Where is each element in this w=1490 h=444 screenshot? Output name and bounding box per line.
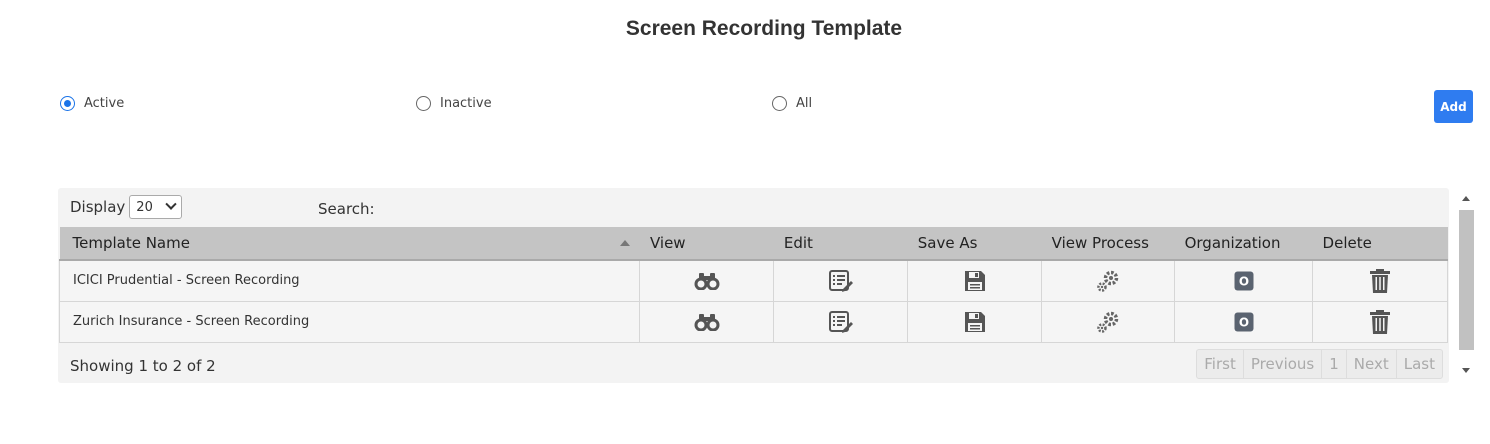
col-template-name-label: Template Name (72, 234, 190, 252)
edit-list-icon[interactable] (828, 269, 853, 292)
table-row: Zurich Insurance - Screen Recording O (58, 300, 1448, 343)
trash-icon[interactable] (1370, 268, 1391, 293)
col-view-process: View Process (1041, 227, 1175, 261)
organization-cell: O (1174, 259, 1314, 302)
pager-previous[interactable]: Previous (1242, 350, 1321, 378)
binoculars-icon[interactable] (694, 272, 720, 290)
trash-icon[interactable] (1370, 309, 1391, 334)
edit-list-icon[interactable] (828, 310, 853, 333)
radio-all-indicator[interactable] (772, 96, 787, 111)
scroll-thumb[interactable] (1459, 210, 1474, 350)
pagination: First Previous 1 Next Last (1196, 349, 1443, 379)
filter-all-radio[interactable]: All (772, 96, 812, 111)
col-delete: Delete (1312, 227, 1448, 261)
table-info: Showing 1 to 2 of 2 (70, 357, 216, 375)
scroll-down-arrow-icon[interactable] (1462, 368, 1470, 373)
vertical-scrollbar[interactable] (1458, 190, 1475, 381)
pager-next[interactable]: Next (1345, 350, 1396, 378)
floppy-save-icon[interactable] (964, 270, 986, 292)
delete-cell (1312, 300, 1448, 343)
page-size-control: Display 20 (70, 195, 183, 219)
radio-inactive-indicator[interactable] (416, 96, 431, 111)
sort-asc-icon (619, 240, 630, 246)
view-process-cell (1041, 300, 1176, 343)
template-name-cell: ICICI Prudential - Screen Recording (58, 259, 641, 302)
page-size-value: 20 (136, 199, 153, 215)
view-cell (639, 259, 775, 302)
table-row: ICICI Prudential - Screen Recording O (58, 259, 1448, 302)
template-name-cell: Zurich Insurance - Screen Recording (58, 300, 641, 343)
table-header-row: Template Name View Edit Save As View Pro… (59, 227, 1448, 261)
display-label: Display (70, 198, 126, 216)
view-cell (639, 300, 775, 343)
page-size-select[interactable]: 20 (129, 195, 183, 219)
col-organization: Organization (1174, 227, 1313, 261)
organization-cell: O (1174, 300, 1314, 343)
svg-text:O: O (1238, 274, 1248, 288)
status-filter: Active Inactive All (60, 96, 860, 114)
pager-last[interactable]: Last (1395, 350, 1442, 378)
page-title: Screen Recording Template (625, 17, 903, 40)
save-as-cell (907, 300, 1043, 343)
radio-active-indicator[interactable] (60, 96, 75, 111)
filter-inactive-radio[interactable]: Inactive (416, 96, 492, 111)
search-label: Search: (318, 200, 375, 218)
col-edit: Edit (773, 227, 908, 261)
edit-cell (773, 300, 909, 343)
chevron-down-icon (165, 198, 177, 210)
col-template-name[interactable]: Template Name (59, 227, 640, 261)
pager-first[interactable]: First (1197, 350, 1243, 378)
gears-icon[interactable] (1096, 269, 1120, 293)
templates-table-panel: Display 20 Search: Template Name View Ed… (58, 188, 1449, 383)
col-view: View (639, 227, 774, 261)
scroll-up-arrow-icon[interactable] (1462, 196, 1470, 201)
add-button[interactable]: Add (1434, 90, 1473, 123)
filter-active-radio[interactable]: Active (60, 96, 124, 111)
svg-text:O: O (1238, 315, 1248, 329)
delete-cell (1312, 259, 1448, 302)
floppy-save-icon[interactable] (964, 311, 986, 333)
filter-inactive-label: Inactive (440, 96, 492, 111)
binoculars-icon[interactable] (694, 313, 720, 331)
filter-active-label: Active (84, 96, 125, 111)
templates-table: Template Name View Edit Save As View Pro… (58, 227, 1448, 343)
pager-page-1[interactable]: 1 (1321, 350, 1346, 378)
view-process-cell (1041, 259, 1176, 302)
col-save-as: Save As (907, 227, 1042, 261)
edit-cell (773, 259, 909, 302)
save-as-cell (907, 259, 1043, 302)
filter-all-label: All (796, 96, 813, 111)
organization-o-icon[interactable]: O (1234, 312, 1254, 332)
organization-o-icon[interactable]: O (1234, 271, 1254, 291)
gears-icon[interactable] (1096, 310, 1120, 334)
